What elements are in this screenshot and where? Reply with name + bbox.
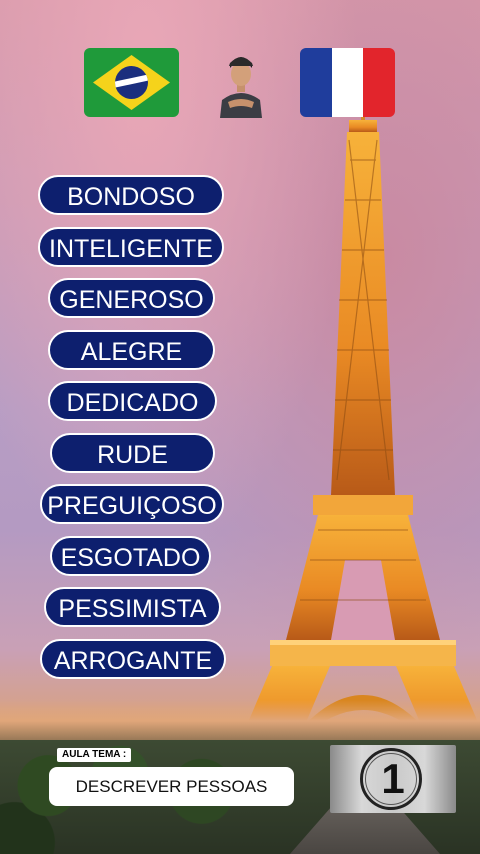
word-pill: ARROGANTE [40, 639, 226, 679]
lesson-label: AULA TEMA : [57, 748, 132, 762]
countdown-number: 1 [381, 755, 405, 802]
word-pill: DEDICADO [48, 381, 217, 421]
film-countdown: 1 [330, 745, 456, 813]
flag-stripe-blue [300, 48, 332, 117]
word-pill: PREGUIÇOSO [40, 484, 224, 524]
brazil-flag-icon [84, 48, 179, 117]
flag-globe [115, 66, 148, 99]
word-pill: GENEROSO [48, 278, 215, 318]
lesson-topic: DESCREVER PESSOAS [49, 767, 294, 806]
word-pill: ALEGRE [48, 330, 215, 370]
flag-stripe-red [363, 48, 395, 117]
teacher-avatar [220, 57, 262, 118]
flag-stripe-white [331, 48, 364, 117]
flag-band [115, 73, 148, 89]
word-pill: PESSIMISTA [44, 587, 221, 627]
word-pill: INTELIGENTE [38, 227, 224, 267]
word-pill: ESGOTADO [50, 536, 211, 576]
word-pill: RUDE [50, 433, 215, 473]
word-pill: BONDOSO [38, 175, 224, 215]
france-flag-icon [300, 48, 395, 117]
